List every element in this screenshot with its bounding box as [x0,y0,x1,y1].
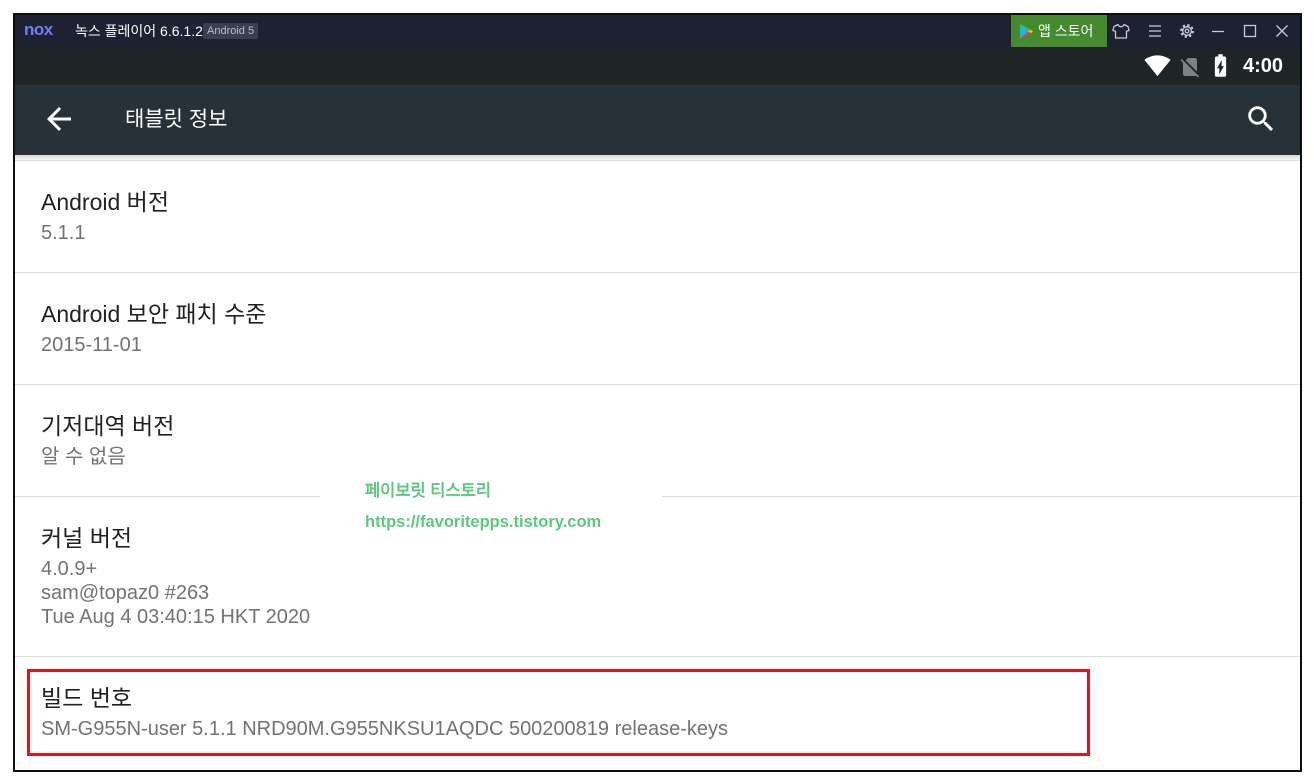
emulator-title-bar[interactable]: nox 녹스 플레이어 6.6.1.2 Android 5 앱 스토어 [15,15,1300,47]
status-bar: 4:00 [15,47,1300,85]
list-item-summary-line: 2015-11-01 [41,334,142,356]
watermark-blog-name: 페이보릿 티스토리 [365,482,492,500]
highlight-box [27,669,1090,756]
window-title: 녹스 플레이어 6.6.1.2 [75,23,203,39]
list-item-android-version[interactable]: Android 버전 5.1.1 [15,160,1300,272]
page-title: 태블릿 정보 [125,108,228,131]
maximize-icon[interactable] [1242,23,1258,39]
blog-watermark: 페이보릿 티스토리 https://favoritepps.tistory.co… [320,480,662,538]
action-bar: 태블릿 정보 [15,85,1300,155]
menu-icon[interactable] [1147,23,1163,39]
list-item-summary-line: 알 수 없음 [41,446,126,468]
list-item-summary: 2015-11-01 [41,333,1274,357]
list-item-security-patch[interactable]: Android 보안 패치 수준 2015-11-01 [15,272,1300,384]
no-sim-icon [1178,55,1202,79]
app-store-button[interactable]: 앱 스토어 [1011,15,1107,47]
wifi-icon [1144,52,1171,79]
shirt-icon[interactable] [1112,23,1130,39]
gear-icon[interactable] [1179,23,1195,39]
play-store-icon [1020,24,1033,39]
android-version-badge: Android 5 [203,23,259,39]
list-item-summary-line: 4.0.9+ [41,558,98,580]
nox-logo: nox [24,20,53,39]
list-item-summary-line: 5.1.1 [41,222,86,244]
list-item-title: 기저대역 버전 [41,413,175,439]
arrow-back-icon[interactable] [41,101,77,137]
battery-charging-icon [1207,52,1234,79]
list-item-summary: 4.0.9+ sam@topaz0 #263 Tue Aug 4 03:40:1… [41,557,1274,629]
app-store-label: 앱 스토어 [1038,23,1094,39]
watermark-url: https://favoritepps.tistory.com [365,513,602,531]
list-item-summary: 5.1.1 [41,221,1274,245]
list-item-title: Android 보안 패치 수준 [41,301,267,327]
minimize-icon[interactable] [1210,23,1226,39]
list-item-summary-line: Tue Aug 4 03:40:15 HKT 2020 [41,606,311,628]
list-item-summary: 알 수 없음 [41,445,1274,469]
list-item-summary-line: sam@topaz0 #263 [41,582,210,604]
close-icon[interactable] [1274,23,1290,39]
list-item-title: Android 버전 [41,189,169,215]
search-icon[interactable] [1244,102,1278,136]
status-clock: 4:00 [1243,55,1284,77]
